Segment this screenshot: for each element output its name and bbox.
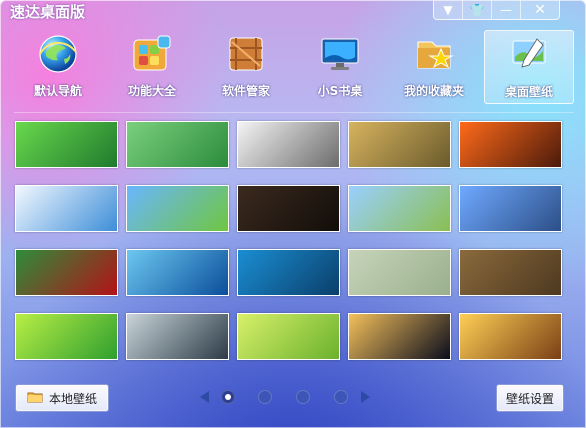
minimize-icon[interactable]: —: [492, 0, 521, 19]
nav-item-all-functions[interactable]: 功能大全: [108, 30, 196, 102]
nav-item-desktop-wallpaper[interactable]: 桌面壁纸: [484, 30, 574, 104]
window-controls: ▼ 👕 — ✕: [433, 0, 560, 20]
desktop-window: 速达桌面版 ▼ 👕 — ✕ 默认导航 功能大全 软件管家 小S书桌 我的收藏夹 …: [0, 0, 586, 428]
close-icon[interactable]: ✕: [521, 0, 559, 19]
next-page-arrow[interactable]: [361, 391, 370, 403]
nav-item-small-s-desk[interactable]: 小S书桌: [296, 30, 384, 102]
wallpaper-thumbnail[interactable]: [348, 121, 451, 168]
nav-label-default-navigation: 默认导航: [33, 84, 82, 98]
wallpaper-thumbnail[interactable]: [459, 249, 562, 296]
wallpaper-thumbnail[interactable]: [126, 185, 229, 232]
wallpaper-thumbnail[interactable]: [237, 121, 340, 168]
page-dot-2[interactable]: [258, 390, 272, 404]
nav-label-desktop-wallpaper: 桌面壁纸: [504, 85, 553, 99]
favorites-folder-icon: [412, 32, 456, 76]
nav-label-my-favorites: 我的收藏夹: [403, 84, 464, 98]
nav-item-software-manager[interactable]: 软件管家: [202, 30, 290, 102]
page-dot-1[interactable]: [221, 390, 235, 404]
wallpaper-pager: [200, 390, 375, 406]
wallpaper-thumbnail[interactable]: [126, 313, 229, 360]
dropdown-icon[interactable]: ▼: [434, 0, 463, 19]
nav-divider: [14, 112, 574, 113]
shirt-skin-icon[interactable]: 👕: [463, 0, 492, 19]
wallpaper-thumbnail[interactable]: [237, 185, 340, 232]
nav-label-all-functions: 功能大全: [127, 84, 176, 98]
wallpaper-thumbnail[interactable]: [459, 313, 562, 360]
wallpaper-thumbnail[interactable]: [348, 313, 451, 360]
nav-label-software-manager: 软件管家: [221, 84, 270, 98]
page-dot-4[interactable]: [334, 390, 348, 404]
wallpaper-thumbnail[interactable]: [126, 121, 229, 168]
box-icon: [224, 32, 268, 76]
wallpaper-thumbnail[interactable]: [459, 121, 562, 168]
page-dot-3[interactable]: [296, 390, 310, 404]
wallpaper-thumbnail[interactable]: [237, 313, 340, 360]
wallpaper-thumbnail[interactable]: [348, 185, 451, 232]
wallpaper-thumbnail[interactable]: [237, 249, 340, 296]
apps-icon: [130, 32, 174, 76]
nav-label-small-s-desk: 小S书桌: [317, 84, 363, 98]
wallpaper-thumbnail[interactable]: [15, 249, 118, 296]
monitor-icon: [318, 32, 362, 76]
local-wallpaper-button[interactable]: 本地壁纸: [15, 384, 109, 412]
wallpaper-thumbnail[interactable]: [15, 185, 118, 232]
globe-icon: [36, 32, 80, 76]
wallpaper-icon: [507, 33, 551, 77]
folder-icon: [27, 389, 43, 408]
wallpaper-thumbnail[interactable]: [459, 185, 562, 232]
wallpaper-thumbnail[interactable]: [348, 249, 451, 296]
previous-page-arrow[interactable]: [200, 391, 209, 403]
wallpaper-settings-button[interactable]: 壁纸设置: [496, 384, 564, 412]
nav-item-default-navigation[interactable]: 默认导航: [14, 30, 102, 102]
wallpaper-thumbnail[interactable]: [126, 249, 229, 296]
wallpaper-settings-label: 壁纸设置: [505, 391, 554, 406]
wallpaper-grid: [15, 121, 565, 362]
top-navigation: 默认导航 功能大全 软件管家 小S书桌 我的收藏夹 桌面壁纸: [14, 30, 574, 104]
local-wallpaper-label: 本地壁纸: [48, 391, 97, 406]
nav-item-my-favorites[interactable]: 我的收藏夹: [390, 30, 478, 102]
wallpaper-thumbnail[interactable]: [15, 313, 118, 360]
window-title: 速达桌面版: [10, 3, 86, 21]
wallpaper-thumbnail[interactable]: [15, 121, 118, 168]
